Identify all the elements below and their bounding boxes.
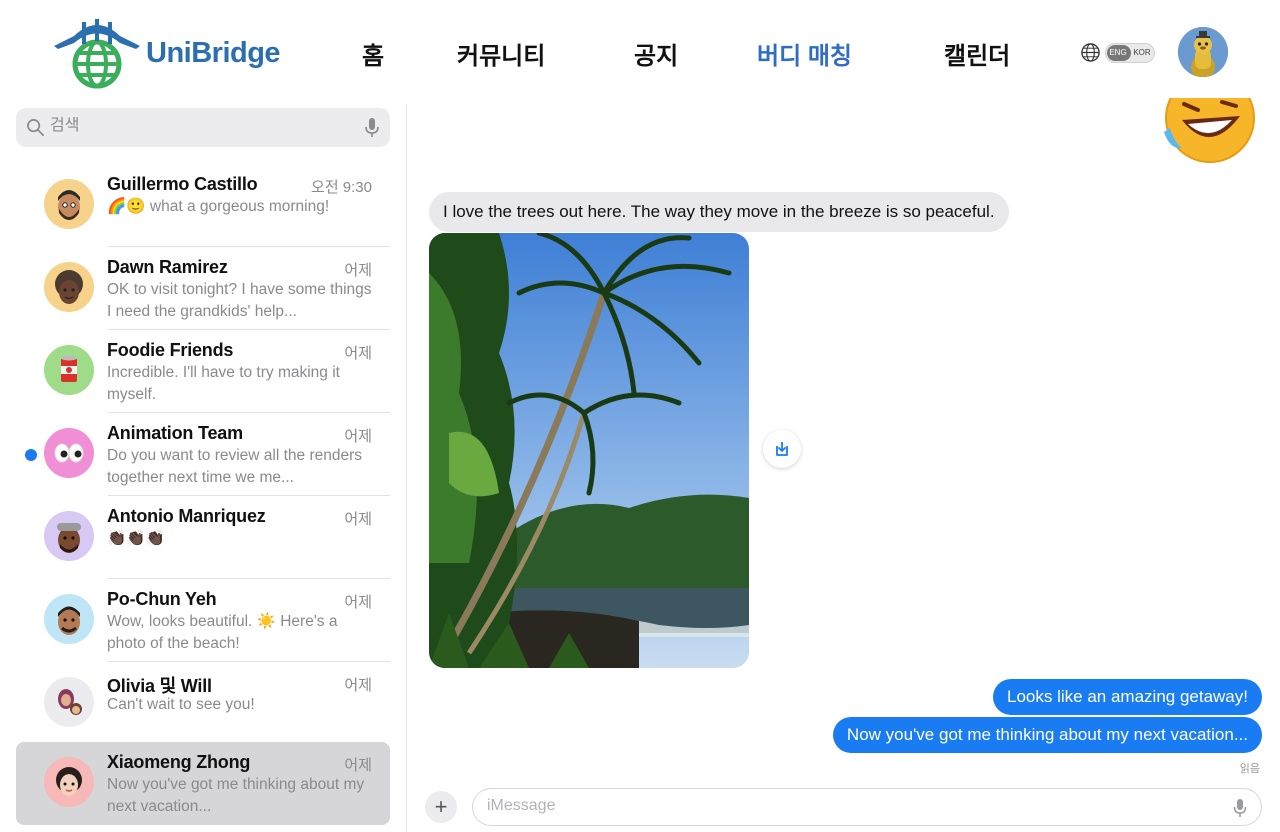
memoji-avatar-icon (44, 757, 94, 807)
memoji-avatar-icon (44, 179, 94, 229)
unibridge-logo[interactable]: UniBridge (52, 16, 281, 90)
conversation-item-po-chun-yeh[interactable]: Po-Chun Yeh 어제 Wow, looks beautiful. ☀️ … (16, 579, 390, 662)
nav-buddy-matching[interactable]: 버디 매칭 (757, 36, 852, 71)
memoji-avatar-icon (44, 262, 94, 312)
incoming-message[interactable]: I love the trees out here. The way they … (429, 192, 1009, 232)
conversation-item-olivia-and-will[interactable]: Olivia 및 Will 어제 Can't wait to see you! (16, 662, 390, 745)
lang-option-eng[interactable]: ENG (1106, 48, 1130, 57)
conversation-name: Foodie Friends (107, 340, 234, 360)
conversation-sidebar: Guillermo Castillo 오전 9:30 🌈🙂 what a gor… (0, 104, 407, 832)
read-receipt: 읽음 (1239, 763, 1260, 775)
nav-home[interactable]: 홈 (362, 36, 384, 71)
conversation-time: 어제 (344, 511, 372, 528)
palm-trees-photo[interactable] (429, 233, 749, 668)
user-avatar[interactable] (1178, 27, 1228, 77)
outgoing-message[interactable]: Now you've got me thinking about my next… (832, 717, 1262, 753)
group-memoji-avatar-icon (44, 677, 94, 727)
conversation-time: 어제 (344, 677, 372, 694)
search-bar[interactable] (16, 108, 390, 147)
eyes-emoji-icon (44, 428, 94, 478)
dictation-microphone-icon[interactable] (1233, 798, 1247, 818)
add-attachment-button[interactable]: + (425, 791, 457, 823)
message-input[interactable] (487, 797, 1207, 815)
photo-image (429, 233, 749, 668)
conversation-time: 어제 (344, 594, 372, 611)
unread-indicator (25, 449, 37, 461)
avatar (44, 179, 94, 229)
bridge-globe-logo-icon (54, 19, 140, 89)
conversation-item-foodie-friends[interactable]: Foodie Friends 어제 Incredible. I'll have … (16, 330, 390, 413)
conversation-name: Guillermo Castillo (107, 174, 258, 194)
nav-notice[interactable]: 공지 (634, 36, 678, 71)
conversation-item-xiaomeng-zhong[interactable]: Xiaomeng Zhong 어제 Now you've got me thin… (16, 742, 390, 825)
conversation-name: Dawn Ramirez (107, 257, 228, 277)
conversation-item-guillermo-castillo[interactable]: Guillermo Castillo 오전 9:30 🌈🙂 what a gor… (16, 164, 390, 247)
plus-icon: + (434, 794, 448, 819)
message-composer[interactable] (472, 788, 1262, 826)
conversation-time: 어제 (344, 757, 372, 774)
avatar (44, 345, 94, 395)
conversation-preview: Now you've got me thinking about my next… (107, 776, 365, 815)
conversation-name: Antonio Manriquez (107, 506, 266, 526)
conversation-preview: Do you want to review all the renders to… (107, 447, 363, 486)
conversation-preview: OK to visit tonight? I have some things … (107, 281, 372, 320)
lang-option-kor[interactable]: KOR (1130, 48, 1154, 57)
nav-community[interactable]: 커뮤니티 (457, 36, 545, 71)
conversation-preview: Wow, looks beautiful. ☀️ Here's a photo … (107, 613, 338, 652)
language-toggle[interactable]: ENG KOR (1105, 42, 1155, 63)
conversation-name: Xiaomeng Zhong (107, 752, 251, 772)
language-switcher[interactable]: ENG KOR (1080, 42, 1155, 63)
outgoing-message[interactable]: Looks like an amazing getaway! (993, 679, 1262, 715)
avatar (44, 511, 94, 561)
conversation-preview: 🌈🙂 what a gorgeous morning! (107, 198, 330, 215)
avatar (44, 757, 94, 807)
conversation-time: 오전 9:30 (311, 179, 372, 196)
search-icon (27, 119, 44, 136)
brand-name: UniBridge (146, 36, 281, 69)
memoji-avatar-icon (44, 594, 94, 644)
mascot-avatar-icon (1178, 27, 1228, 77)
memoji-avatar-icon (44, 511, 94, 561)
conversation-item-dawn-ramirez[interactable]: Dawn Ramirez 어제 OK to visit tonight? I h… (16, 247, 390, 330)
conversation-preview: 👏🏿👏🏿👏🏿 (107, 530, 165, 547)
top-navigation-bar: UniBridge 홈 커뮤니티 공지 버디 매칭 캘린더 ENG KOR (0, 0, 1280, 104)
tomato-can-icon (44, 345, 94, 395)
conversation-time: 어제 (344, 262, 372, 279)
nav-calendar[interactable]: 캘린더 (944, 36, 1010, 71)
search-input[interactable] (50, 117, 350, 135)
conversation-time: 어제 (344, 428, 372, 445)
download-icon (776, 442, 788, 456)
conversation-preview: Can't wait to see you! (107, 696, 255, 713)
conversation-preview: Incredible. I'll have to try making it m… (107, 364, 340, 403)
avatar (44, 677, 94, 727)
save-photo-button[interactable] (763, 430, 801, 468)
conversation-time: 어제 (344, 345, 372, 362)
microphone-icon[interactable] (364, 117, 380, 139)
conversation-name: Animation Team (107, 423, 243, 443)
conversation-name: Po-Chun Yeh (107, 589, 217, 609)
avatar (44, 428, 94, 478)
laughing-emoji-reaction-icon[interactable] (1160, 98, 1258, 164)
chat-panel: I love the trees out here. The way they … (408, 98, 1280, 832)
globe-icon (1081, 43, 1100, 62)
avatar (44, 594, 94, 644)
conversation-item-animation-team[interactable]: Animation Team 어제 Do you want to review … (16, 413, 390, 496)
conversation-item-antonio-manriquez[interactable]: Antonio Manriquez 어제 👏🏿👏🏿👏🏿 (16, 496, 390, 579)
avatar (44, 262, 94, 312)
